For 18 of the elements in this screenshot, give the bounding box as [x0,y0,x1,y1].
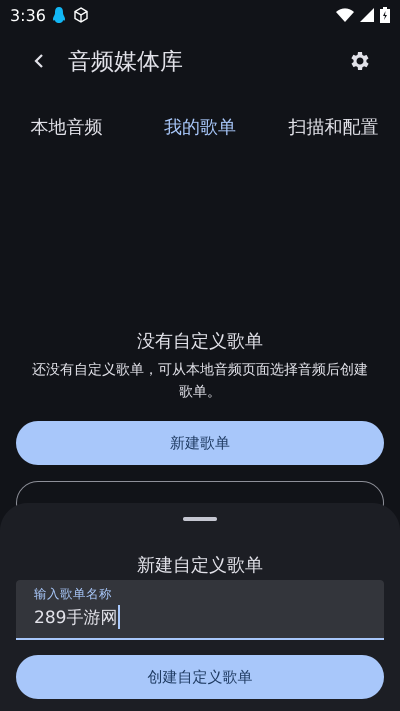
back-icon[interactable] [34,53,44,69]
tab[interactable]: 本地音频 [0,105,134,149]
sheet-title: 新建自定义歌单 [137,554,263,577]
create-playlist-button[interactable]: 创建自定义歌单 [16,655,384,699]
drag-handle[interactable] [183,517,217,521]
cube-icon [72,6,90,24]
empty-message: 还没有自定义歌单，可从本地音频页面选择音频后创建歌单。 [31,361,369,402]
penguin-icon [52,6,66,24]
playlist-name-field[interactable]: 输入歌单名称 289手游网 [16,580,384,640]
wifi-icon [336,8,354,22]
new-playlist-button[interactable]: 新建歌单 [16,421,384,465]
page-title: 音频媒体库 [68,48,183,76]
tab[interactable]: 我的歌单 [133,105,267,149]
status-time: 3:36 [10,6,46,24]
signal-icon [360,8,374,22]
tab[interactable]: 扫描和配置 [266,105,400,149]
empty-title: 没有自定义歌单 [137,330,263,353]
battery-icon [380,7,390,23]
